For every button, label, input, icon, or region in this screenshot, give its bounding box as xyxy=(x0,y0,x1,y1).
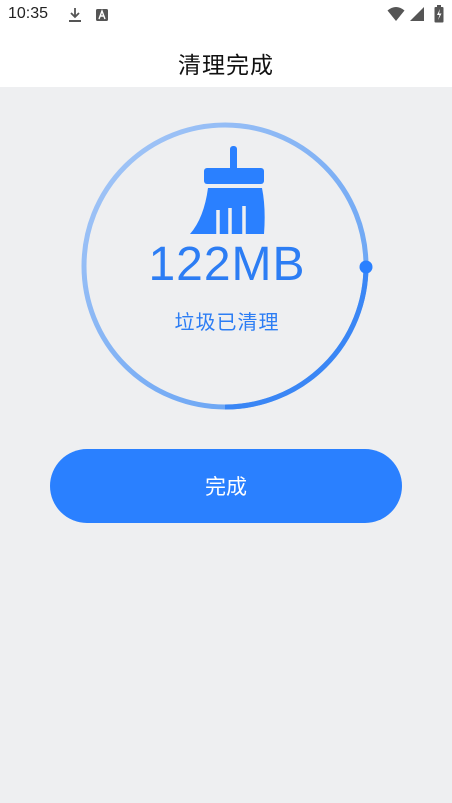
cleaned-size: 122MB xyxy=(148,238,306,291)
download-icon xyxy=(68,7,82,27)
done-button[interactable]: 完成 xyxy=(50,449,402,523)
wifi-icon xyxy=(387,6,405,26)
app-bar: 清理完成 xyxy=(0,32,452,87)
battery-icon xyxy=(434,5,444,27)
cleaned-message: 垃圾已清理 xyxy=(174,310,280,334)
result-ring: 122MB 垃圾已清理 xyxy=(80,121,374,413)
status-time: 10:35 xyxy=(8,5,49,22)
status-bar: 10:35 xyxy=(0,0,452,32)
a-badge-icon xyxy=(96,7,108,26)
page-title: 清理完成 xyxy=(178,53,274,79)
signal-icon xyxy=(409,6,425,26)
